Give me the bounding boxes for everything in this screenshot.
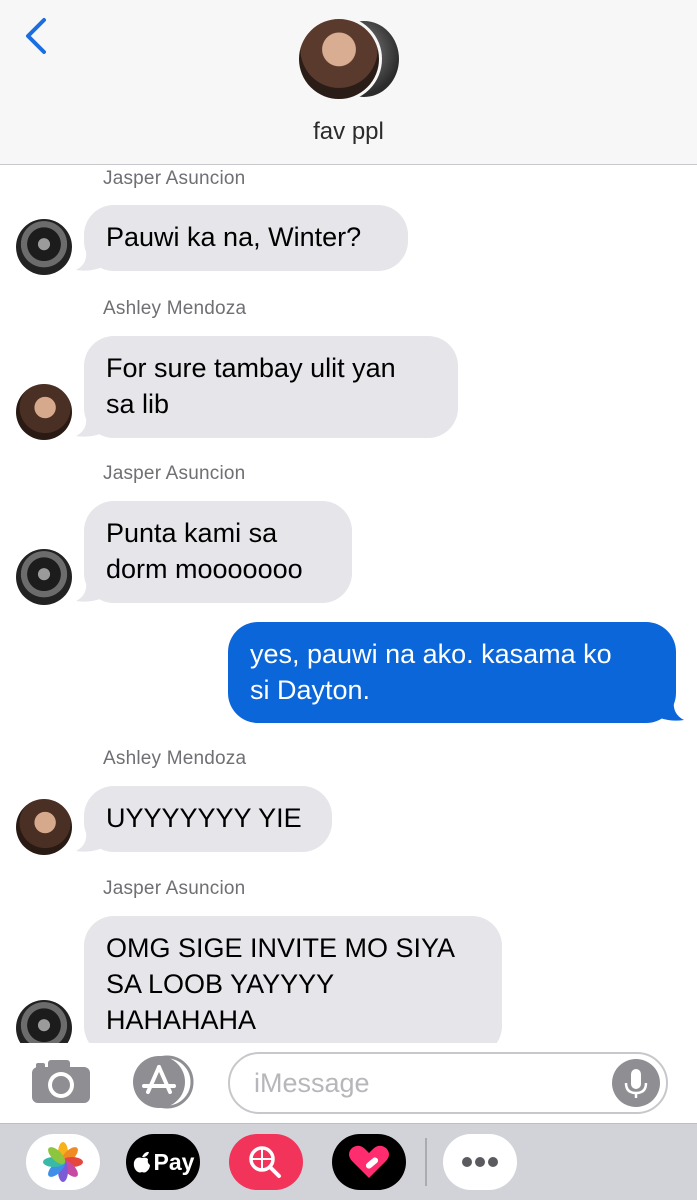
app-drawer: Pay [0,1123,697,1200]
message-bubble[interactable]: For sure tambay ulit yan sa lib [84,336,458,438]
message-bubble[interactable]: UYYYYYYY YIE [84,786,332,852]
message-text-line: SA LOOB YAYYYY [106,969,335,999]
sender-name: Jasper Asuncion [103,463,246,484]
image-search-app-button[interactable] [229,1134,303,1190]
chevron-left-icon [26,18,46,54]
back-button[interactable] [18,14,58,58]
message-bubble[interactable]: Pauwi ka na, Winter? [84,205,408,271]
photos-icon [43,1142,83,1182]
message-text-line: Punta kami sa [106,518,278,548]
message-bubble[interactable]: OMG SIGE INVITE MO SIYA SA LOOB YAYYYY H… [84,916,502,1056]
message-text-line: dorm mooooooo [106,554,303,584]
apps-button[interactable] [130,1055,196,1109]
sender-avatar[interactable] [16,799,72,855]
image-search-icon [249,1146,281,1178]
sender-avatar[interactable] [16,384,72,440]
more-icon [462,1157,498,1167]
sender-name: Ashley Mendoza [103,748,247,769]
digital-touch-app-button[interactable] [332,1134,406,1190]
apple-pay-icon: Pay [126,1134,200,1190]
sender-name: Ashley Mendoza [103,298,247,319]
message-input[interactable]: iMessage [228,1052,668,1114]
message-text-line: sa lib [106,389,170,419]
more-apps-button[interactable] [443,1134,517,1190]
digital-touch-icon [349,1145,389,1178]
camera-button[interactable] [30,1057,92,1107]
message-bubble[interactable]: Punta kami sa dorm mooooooo [84,501,352,603]
message-input-placeholder: iMessage [254,1068,370,1098]
photos-app-button[interactable] [26,1134,100,1190]
sender-avatar[interactable] [16,219,72,275]
member-avatar-primary [296,16,382,102]
message-text-line: Pauwi ka na, Winter? [106,222,362,252]
sender-name: Jasper Asuncion [103,168,246,189]
app-store-icon [133,1055,194,1109]
microphone-icon [624,1069,648,1098]
message-text-line: si Dayton. [250,675,371,705]
message-text-line: yes, pauwi na ako. kasama ko [250,639,612,669]
camera-icon [32,1060,90,1103]
message-text-line: OMG SIGE INVITE MO SIYA [106,933,456,963]
message-bubble-outgoing[interactable]: yes, pauwi na ako. kasama ko si Dayton. [228,622,676,723]
group-avatar[interactable] [296,16,408,104]
group-name[interactable]: fav ppl [0,118,697,146]
sender-name: Jasper Asuncion [103,878,246,899]
apple-pay-app-button[interactable]: Pay [126,1134,200,1190]
apple-pay-label: Pay [153,1148,195,1175]
sender-avatar[interactable] [16,549,72,605]
message-text-line: UYYYYYYY YIE [106,803,302,833]
message-text-line: For sure tambay ulit yan [106,353,396,383]
drawer-divider [425,1138,427,1186]
message-text-line: HAHAHAHA [106,1005,257,1035]
dictation-button[interactable] [612,1059,660,1107]
compose-bar: iMessage [0,1043,697,1123]
conversation-header: fav ppl [0,0,697,165]
